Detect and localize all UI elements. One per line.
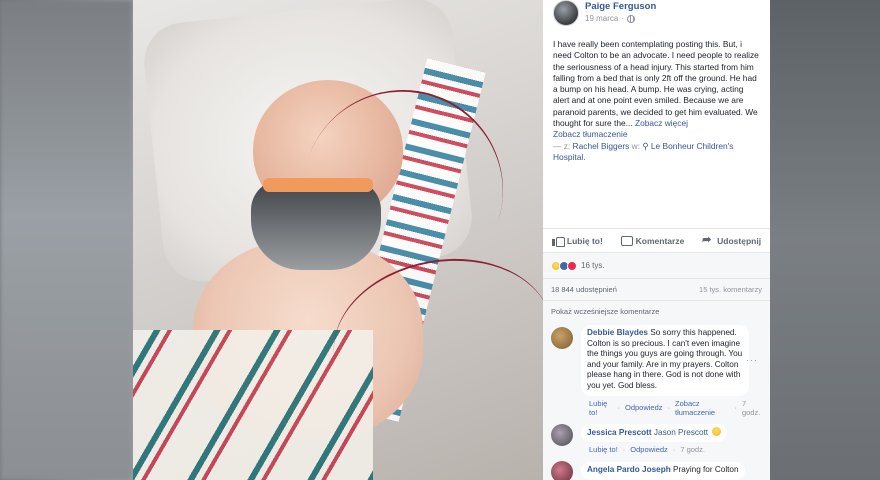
post-text: I have really been contemplating posting… (553, 39, 759, 129)
author-avatar[interactable] (553, 0, 579, 26)
comment-translate-link[interactable]: Zobacz tłumaczenie (675, 399, 729, 417)
reaction-count[interactable]: 16 tys. (581, 261, 605, 270)
share-label: Udostępnij (717, 235, 762, 246)
post-actions: Lubię to! Komentarze Udostępnij (543, 228, 770, 252)
commenter-name[interactable]: Jessica Prescott (587, 428, 652, 437)
comment-icon (620, 235, 633, 246)
commenter-name[interactable]: Debbie Blaydes (587, 328, 648, 337)
comment-bubble: Jessica Prescott Jason Prescott (581, 423, 728, 443)
comments-list: Debbie Blaydes So sorry this happened. C… (543, 322, 770, 480)
comment-text: So sorry this happened. Colton is so pre… (587, 328, 743, 390)
comment-item: Angela Pardo Joseph Praying for Colton (551, 459, 762, 480)
globe-icon (627, 14, 636, 23)
map-pin-icon: ⚲ (642, 140, 649, 151)
post-date[interactable]: 19 marca (585, 14, 618, 23)
like-label: Lubię to! (566, 235, 603, 246)
comment-count[interactable]: 15 tys. komentarzy (699, 285, 762, 294)
post-meta: 19 marca · (585, 14, 636, 23)
post-body: I have really been contemplating posting… (543, 30, 770, 129)
author-name[interactable]: Paige Ferguson (585, 1, 656, 12)
comment-actions: Lubię to! · Odpowiedz · 7 godz. (589, 445, 705, 455)
comment-item: Jessica Prescott Jason Prescott Lubię to… (551, 422, 762, 460)
comment-button[interactable]: Komentarze (620, 235, 685, 246)
tagged-line: — z: Rachel Biggers w: ⚲ Le Bonheur Chil… (543, 141, 770, 164)
comment-bubble: Debbie Blaydes So sorry this happened. C… (581, 325, 749, 396)
post-header: Paige Ferguson 19 marca · (543, 0, 770, 30)
thumbs-up-icon (551, 236, 565, 247)
commenter-avatar[interactable] (551, 423, 573, 446)
like-button[interactable]: Lubię to! (551, 235, 603, 247)
blurred-right-edge (770, 0, 880, 480)
meta-separator: · (621, 14, 625, 23)
with-prefix: — z: (553, 140, 571, 151)
comment-reply-link[interactable]: Odpowiedz (625, 403, 663, 412)
comment-like-link[interactable]: Lubię to! (589, 399, 612, 417)
more-options-icon[interactable]: ··· (746, 355, 758, 365)
tagged-person-link[interactable]: Rachel Biggers (573, 141, 630, 151)
facebook-post-panel: Paige Ferguson 19 marca · I have really … (543, 0, 770, 480)
comment-bubble: Angela Pardo Joseph Praying for Colton (581, 462, 745, 480)
show-previous-comments-link[interactable]: Pokaż wcześniejsze komentarze (543, 300, 770, 322)
love-reaction-icon (567, 260, 577, 271)
share-count[interactable]: 18 844 udostępnień (551, 285, 617, 294)
share-button[interactable]: Udostępnij (702, 233, 762, 246)
blurred-left-edge (0, 0, 133, 480)
comment-text: Praying for Colton (673, 465, 739, 475)
comment-actions: Lubię to! · Odpowiedz · Zobacz tłumaczenie… (589, 398, 762, 417)
commenter-avatar[interactable] (551, 327, 573, 349)
see-more-link[interactable]: Zobacz więcej (635, 118, 688, 128)
comment-label: Komentarze (635, 235, 685, 246)
comment-reply-link[interactable]: Odpowiedz (630, 445, 668, 454)
comment-item: Debbie Blaydes So sorry this happened. C… (551, 325, 762, 422)
comment-like-link[interactable]: Lubię to! (589, 445, 618, 454)
tagged-name-link[interactable]: Jason Prescott (654, 428, 708, 437)
comment-time[interactable]: 7 godz. (680, 445, 705, 454)
post-photo[interactable] (133, 0, 543, 480)
reactions-bar[interactable]: 16 tys. (543, 252, 770, 278)
share-icon (702, 233, 713, 246)
see-translation-link[interactable]: Zobacz tłumaczenie (543, 129, 770, 140)
commenter-avatar[interactable] (551, 461, 573, 480)
commenter-name[interactable]: Angela Pardo Joseph (587, 465, 671, 474)
comment-time[interactable]: 7 godz. (742, 399, 762, 417)
sad-emoji-icon (712, 426, 722, 436)
post-stats: 18 844 udostępnień 15 tys. komentarzy (543, 278, 770, 300)
at-label: w: (631, 140, 641, 151)
